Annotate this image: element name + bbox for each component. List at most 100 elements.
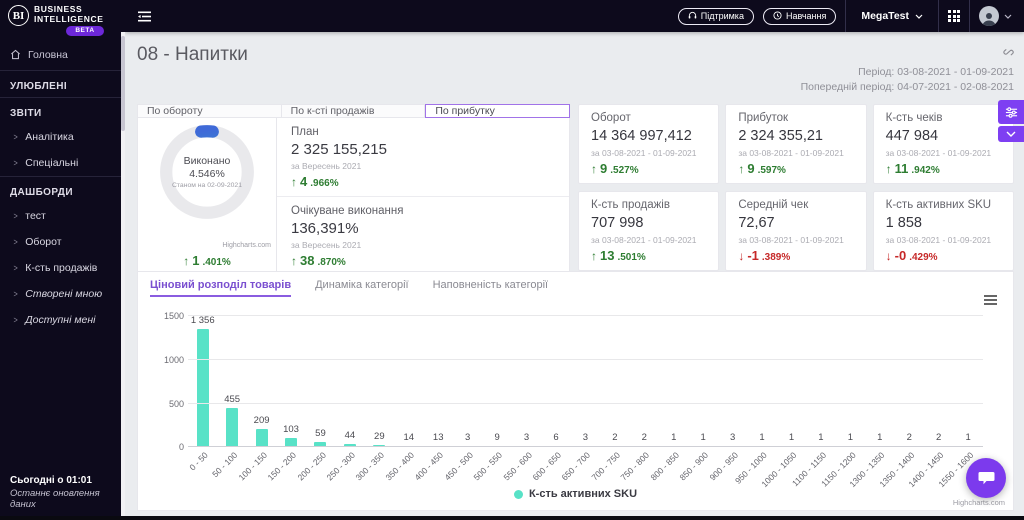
gridline	[188, 446, 983, 448]
x-axis-label: 700 - 750	[589, 450, 622, 483]
delta-int: 4	[300, 174, 308, 190]
filters-button[interactable]	[998, 100, 1024, 124]
chart-tab[interactable]: Ціновий розподіл товарів	[150, 279, 292, 298]
sidebar-scrollbar[interactable]	[121, 32, 125, 516]
sidebar-section: ДАШБОРДИ > тест > Оборот > К-сть продажі…	[0, 175, 125, 333]
delta-int: 9	[600, 161, 608, 177]
link-icon[interactable]	[1001, 44, 1014, 62]
sidebar-item[interactable]: > Доступні мені	[0, 307, 125, 333]
y-axis-label: 1500	[163, 311, 184, 322]
chevron-right-icon: >	[13, 210, 18, 221]
chevron-right-icon: >	[13, 262, 18, 273]
bar-value-label: 14	[403, 432, 415, 444]
kpi-card: Середній чек 72,67 за 03-08-2021 - 01-09…	[725, 191, 867, 272]
support-button[interactable]: Підтримка	[677, 7, 754, 25]
delta-int: 9	[747, 161, 755, 177]
sidebar-item[interactable]: > Спеціальні	[0, 150, 125, 176]
bar-value-label: 3	[729, 432, 736, 444]
x-axis-label: 350 - 400	[383, 450, 416, 483]
bar-value-label: 59	[315, 428, 326, 440]
kpi-period: за 03-08-2021 - 01-09-2021	[591, 148, 697, 159]
chart-column: 2 750 - 800	[619, 316, 659, 482]
legend-item[interactable]: К-сть активних SKU	[150, 488, 1001, 500]
bar	[226, 407, 239, 448]
sidebar-section-title: УЛЮБЛЕНІ	[10, 80, 67, 92]
user-menu[interactable]	[979, 6, 1012, 26]
sidebar-section-title: ЗВІТИ	[10, 107, 42, 119]
avatar	[979, 6, 999, 26]
training-icon	[773, 11, 782, 20]
account-menu[interactable]: MegaTest	[855, 10, 929, 22]
bi-logo-mark: BI	[8, 5, 29, 26]
chart-tab[interactable]: Динаміка категорії	[315, 279, 409, 297]
bar-value-label: 13	[432, 432, 444, 444]
chart-column: 209 100 - 150	[236, 316, 276, 483]
sidebar-item-label: К-сть продажів	[25, 261, 98, 274]
bar-value-label: 1	[671, 432, 677, 444]
chart-column: 1 950 - 1000	[733, 316, 776, 486]
bar-value-label: 1	[788, 432, 795, 444]
sidebar-item-label: Спеціальні	[25, 156, 79, 169]
delta-int: -1	[747, 248, 759, 264]
bar-value-label: 1	[847, 432, 853, 444]
highcharts-credit[interactable]: Highcharts.com	[953, 498, 1005, 507]
sidebar-item[interactable]: > Створені мною	[0, 281, 125, 307]
x-axis-label: 200 - 250	[295, 450, 328, 483]
plan-row: План 2 325 155,215 за Вересень 2021 ↑ 4.9…	[277, 118, 569, 196]
sidebar-item-label: тест	[25, 209, 46, 222]
bar	[255, 429, 268, 448]
delta-arrow-icon: ↑	[738, 162, 745, 177]
chart-column: 3 450 - 500	[442, 316, 482, 482]
sliders-icon	[1005, 106, 1017, 118]
x-axis-label: 0 - 50	[187, 450, 210, 473]
sidebar-item-label: Аналітика	[25, 130, 74, 143]
sidebar-item-home[interactable]: Головна	[0, 39, 125, 70]
price-chart: 1 356 0 - 50 455 50 - 100 209 100 - 150 …	[150, 302, 1001, 507]
sidebar-item[interactable]: > Аналітика	[0, 124, 125, 150]
kpi-card: К-сть продажів 707 998 за 03-08-2021 - 0…	[578, 191, 720, 272]
gauge-value: 4.546%	[189, 168, 225, 181]
highcharts-credit[interactable]: Highcharts.com	[222, 242, 271, 249]
bar-value-label: 3	[523, 432, 530, 444]
last-update-caption: Останнє оновлення даних	[10, 488, 100, 510]
chart-column: 6 600 - 650	[531, 316, 570, 482]
sidebar-item[interactable]: > К-сть продажів	[0, 255, 125, 281]
delta-int: -0	[894, 248, 907, 264]
kpi-value: 1 858	[885, 215, 922, 232]
bar-value-label: 1 356	[190, 314, 215, 326]
bar-value-label: 209	[253, 415, 270, 427]
delta-frac: .429%	[909, 252, 938, 264]
chat-button[interactable]	[966, 458, 1006, 498]
view-tab[interactable]: По обороту	[137, 104, 282, 119]
view-tab[interactable]: По прибутку	[425, 104, 571, 119]
bar-value-label: 1	[818, 432, 824, 444]
chevron-right-icon: >	[13, 236, 18, 247]
chart-column: 44 250 - 300	[325, 316, 364, 483]
bi-logo[interactable]: BI BUSINESS INTELLIGENCE BETA	[0, 0, 125, 39]
collapse-button[interactable]	[998, 126, 1024, 142]
x-axis-label: 300 - 350	[353, 450, 387, 483]
chart-column: 103 150 - 200	[266, 316, 305, 482]
menu-fold-button[interactable]	[137, 10, 152, 23]
delta-badge: ↑ 13.501%	[591, 248, 646, 263]
chart-column: 2 1350 - 1400	[877, 316, 924, 489]
sidebar-item[interactable]: > тест	[0, 203, 125, 229]
chart-tab[interactable]: Наповненість категорії	[433, 279, 548, 297]
plan-title: Очікуване виконання	[291, 205, 404, 218]
training-button[interactable]: Навчання	[762, 7, 837, 25]
bar-value-label: 44	[344, 429, 356, 441]
view-tab[interactable]: По к-сті продажів	[281, 104, 426, 119]
sidebar-item[interactable]: > Оборот	[0, 229, 125, 255]
apps-grid-icon[interactable]	[948, 10, 960, 22]
plan-row: Очікуване виконання 136,391% за Вересень…	[277, 196, 569, 275]
chevron-down-icon	[1006, 131, 1016, 137]
kpi-title: К-сть активних SKU	[885, 199, 992, 212]
delta-badge: ↑ 9.527%	[591, 161, 639, 176]
delta-arrow-icon: ↑	[591, 162, 597, 177]
kpi-period: за 03-08-2021 - 01-09-2021	[738, 148, 844, 159]
sidebar-scrollbar-thumb[interactable]	[121, 36, 125, 131]
gridline	[188, 402, 983, 404]
training-label: Навчання	[785, 10, 827, 21]
kpi-card: К-сть чеків 447 984 за 03-08-2021 - 01-0…	[872, 104, 1014, 185]
period-previous: Попередній період: 04-07-2021 - 02-08-20…	[800, 80, 1014, 93]
